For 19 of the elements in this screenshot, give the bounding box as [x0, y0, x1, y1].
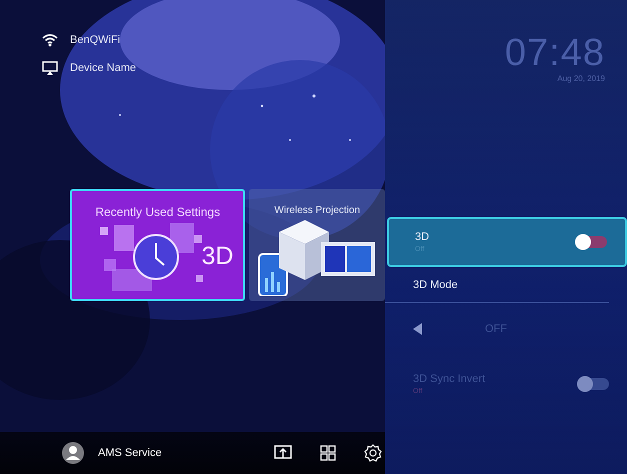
- device-name: Device Name: [70, 62, 136, 74]
- setting-label: 3D: [415, 231, 430, 243]
- apps-grid-icon[interactable]: [319, 444, 337, 462]
- setting-label[interactable]: 3D Mode: [385, 267, 609, 303]
- avatar-icon: [62, 442, 84, 464]
- recent-settings-card[interactable]: Recently Used Settings 3D: [70, 189, 246, 301]
- clock-time: 07:48: [504, 34, 605, 72]
- toggle-switch[interactable]: [577, 236, 607, 248]
- card-label: 3D: [201, 242, 234, 271]
- projection-icon[interactable]: [274, 444, 292, 462]
- wifi-icon: [42, 33, 58, 47]
- settings-icon[interactable]: [364, 444, 382, 462]
- account-name: AMS Service: [98, 447, 162, 459]
- wireless-projection-card[interactable]: Wireless Projection: [249, 189, 385, 301]
- screen-cast-icon: [42, 61, 58, 75]
- card-title: Recently Used Settings: [95, 205, 220, 219]
- clock-date: Aug 20, 2019: [557, 74, 605, 83]
- wifi-name: BenQWiFi: [70, 34, 120, 46]
- card-title: Wireless Projection: [274, 205, 360, 216]
